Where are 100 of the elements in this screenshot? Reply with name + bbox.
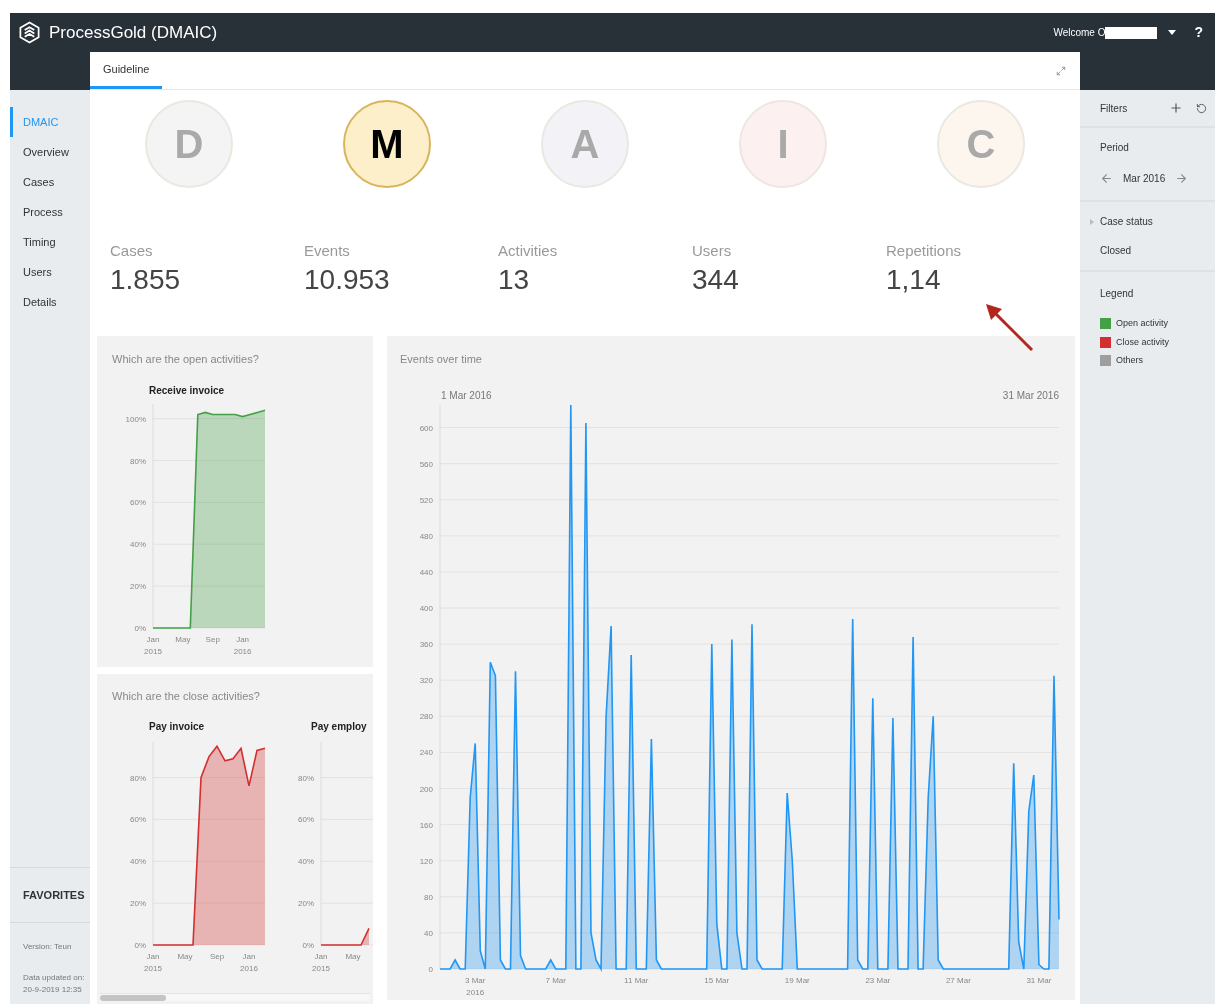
welcome-text: Welcome O (1053, 26, 1106, 40)
redaction-block (1105, 26, 1158, 39)
area-series (320, 927, 370, 946)
card-title: Which are the open activities? (111, 352, 260, 367)
tab[interactable]: Guideline (90, 52, 162, 89)
stat-value: 344 (692, 262, 740, 297)
tick-label: May (175, 634, 191, 644)
version-text: Version: Teun (23, 941, 73, 953)
tick-label: 480 (419, 531, 433, 541)
tick-label: 27 Mar (945, 975, 971, 985)
nav-item[interactable]: Cases (10, 167, 90, 197)
tick-label: 0% (302, 940, 314, 950)
tick-label: 19 Mar (784, 975, 810, 985)
tick-label: 200 (419, 784, 433, 793)
tick-label: 20% (130, 898, 146, 908)
tick-label: 400 (419, 603, 433, 613)
legend-label: Open activity (1116, 317, 1169, 330)
app-title: ProcessGold (DMAIC) (49, 21, 218, 44)
tick-label: 280 (419, 711, 433, 721)
chart-title: Pay employ (311, 720, 367, 732)
tick-label: 240 (419, 747, 433, 757)
expand-triangle-icon[interactable] (1090, 218, 1094, 225)
tick-label: 520 (419, 495, 433, 505)
tick-label: 80% (130, 456, 146, 465)
tick-label: Jan 2015 (144, 634, 162, 656)
nav-item[interactable]: Timing (10, 227, 90, 257)
range-end-label: 31 Mar 2016 (1002, 389, 1059, 401)
tick-label: 0% (134, 940, 146, 950)
legend-label: Close activity (1116, 335, 1169, 349)
stat-label: Users (692, 241, 733, 261)
stat-label: Activities (498, 241, 559, 261)
help-button[interactable]: ? (1194, 22, 1203, 43)
tick-label: Jan 2015 (144, 951, 162, 973)
tick-label: 100% (125, 414, 146, 424)
tick-label: 40 (424, 928, 433, 938)
stat-value: 10.953 (304, 262, 391, 297)
period-label: Period (1100, 141, 1130, 155)
add-icon[interactable] (1169, 101, 1183, 115)
tick-label: 80 (424, 892, 433, 902)
filters-title: Filters (1100, 101, 1128, 116)
stat-label: Cases (110, 241, 154, 261)
tick-label: 560 (419, 459, 433, 469)
stat-value: 1.855 (110, 262, 182, 297)
tick-label: 20% (130, 581, 146, 591)
tick-label: 160 (419, 820, 433, 830)
case-status-value: Closed (1100, 244, 1133, 258)
horizontal-scrollbar[interactable] (100, 993, 370, 1001)
stat-value: 1,14 (886, 262, 942, 297)
tick-label: 3 Mar 2016 (465, 975, 486, 997)
nav-item[interactable]: Process (10, 197, 90, 227)
tick-label: 60% (298, 814, 314, 824)
tick-label: 40% (298, 856, 314, 866)
tick-label: 0 (428, 964, 433, 974)
nav-item[interactable]: Details (10, 287, 90, 317)
tick-label: 20% (298, 898, 314, 908)
legend-label: Others (1116, 354, 1143, 367)
next-arrow-icon[interactable] (1175, 172, 1189, 185)
card-title: Events over time (399, 352, 483, 367)
tick-label: 120 (419, 856, 433, 866)
tick-label: Jan 2016 (233, 634, 252, 656)
tick-label: 60% (130, 497, 146, 507)
expand-icon[interactable] (1056, 65, 1066, 76)
favorites-heading: FAVORITES (23, 887, 85, 903)
tick-label: 31 Mar (1026, 975, 1052, 985)
annotation-arrow (984, 302, 1036, 354)
stat-label: Repetitions (886, 241, 963, 261)
tick-label: 23 Mar (865, 975, 891, 985)
period-value: Mar 2016 (1123, 172, 1166, 186)
tick-label: 440 (419, 567, 433, 577)
previous-arrow-icon[interactable] (1100, 172, 1113, 185)
tick-label: 80% (298, 773, 314, 783)
tick-label: 15 Mar (704, 975, 730, 985)
tick-label: Sep (205, 634, 220, 644)
tick-label: 0% (134, 623, 146, 633)
tick-label: 11 Mar (624, 975, 649, 985)
tick-label: May (177, 951, 193, 961)
scrollbar-thumb[interactable] (100, 995, 166, 1001)
tick-label: 80% (130, 773, 146, 783)
stat-value: 13 (498, 262, 531, 297)
caret-icon[interactable] (1168, 30, 1177, 35)
card-title: Which are the close activities? (111, 689, 261, 704)
nav-item[interactable]: Overview (10, 137, 90, 167)
stat-label: Events (304, 241, 351, 261)
nav-item[interactable]: Users (10, 257, 90, 287)
tick-label: 7 Mar (545, 975, 566, 985)
case-status-label[interactable]: Case status (1100, 214, 1153, 229)
chart-title: Receive invoice (149, 384, 225, 396)
chart-title: Pay invoice (149, 720, 205, 732)
range-start-label: 1 Mar 2016 (441, 389, 492, 401)
tick-label: 60% (130, 814, 146, 824)
data-updated-value: 20-9-2019 12:35 (23, 984, 83, 996)
tick-label: Jan 2015 (312, 951, 330, 973)
tick-label: Jan 2016 (240, 951, 258, 973)
tick-label: 360 (419, 639, 433, 649)
tick-label: 320 (419, 675, 433, 685)
tick-label: Sep (209, 951, 225, 961)
reset-icon[interactable] (1196, 102, 1207, 114)
tick-label: 40% (130, 539, 146, 549)
tick-label: 40% (130, 856, 146, 866)
logo-icon (18, 21, 41, 44)
